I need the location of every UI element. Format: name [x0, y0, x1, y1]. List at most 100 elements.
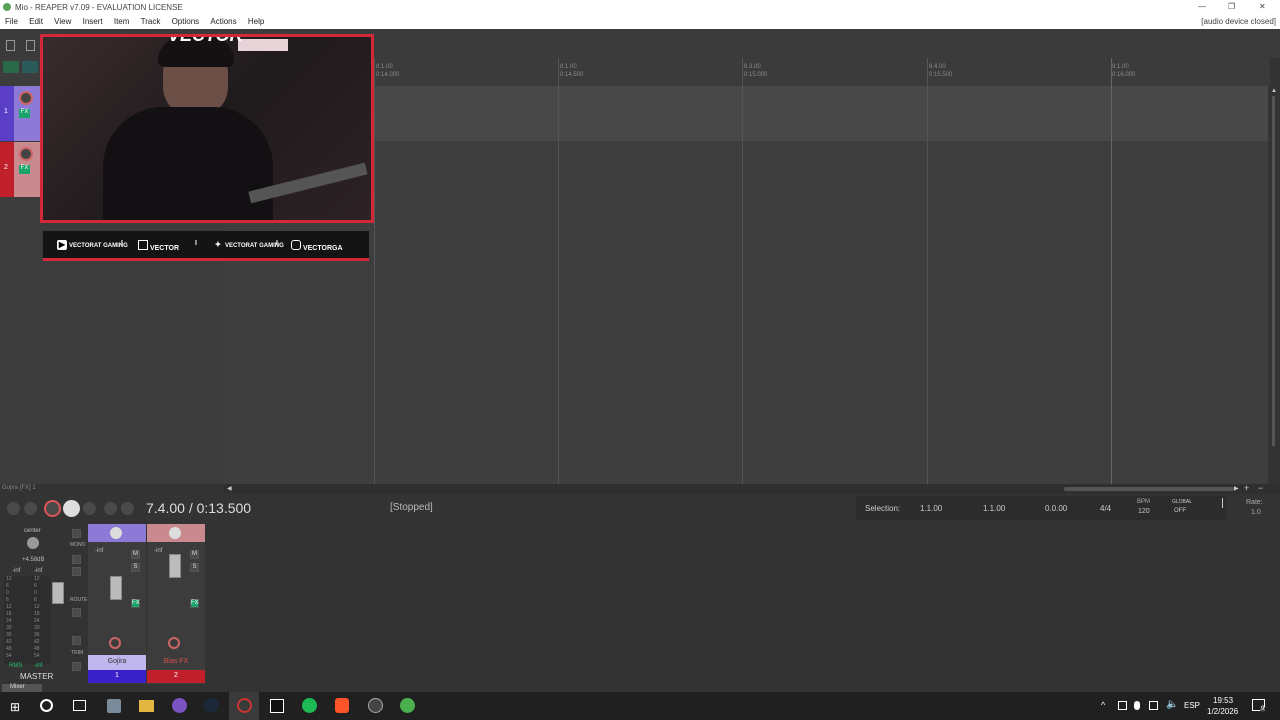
separator: I: [195, 240, 197, 247]
minimize-icon[interactable]: —: [1198, 2, 1206, 11]
track-2-header[interactable]: 2 FX: [0, 142, 40, 197]
maximize-icon[interactable]: ❐: [1228, 2, 1235, 11]
solo-button[interactable]: S: [131, 563, 140, 572]
scroll-thumb[interactable]: [1064, 487, 1234, 491]
menu-actions[interactable]: Actions: [210, 17, 236, 26]
menu-item[interactable]: Item: [114, 17, 130, 26]
scroll-thumb[interactable]: [1272, 96, 1275, 446]
task-view-icon[interactable]: [73, 700, 86, 711]
menu-options[interactable]: Options: [172, 17, 200, 26]
zoom-out-icon[interactable]: −: [1258, 483, 1263, 493]
brave-icon[interactable]: [335, 698, 349, 713]
time-signature[interactable]: 4/4: [1100, 504, 1111, 513]
record-arm-button[interactable]: [168, 637, 180, 649]
pan-knob[interactable]: [110, 527, 122, 539]
menu-view[interactable]: View: [54, 17, 71, 26]
menu-track[interactable]: Track: [141, 17, 161, 26]
master-solo-button[interactable]: [72, 567, 81, 576]
record-arm-button[interactable]: [19, 91, 33, 105]
mute-button[interactable]: M: [190, 550, 199, 559]
pan-knob[interactable]: [169, 527, 181, 539]
volume-fader[interactable]: [110, 576, 122, 600]
selection-end[interactable]: 1.1.00: [983, 504, 1005, 513]
loop-button[interactable]: [83, 502, 96, 515]
ruler-mark: 9.1.00 0:16.000: [1112, 64, 1136, 78]
vertical-scrollbar[interactable]: ▲: [1268, 86, 1280, 484]
record-arm-button[interactable]: [109, 637, 121, 649]
chrome-icon[interactable]: [400, 698, 415, 713]
search-icon[interactable]: [40, 699, 53, 712]
pause-button[interactable]: [121, 502, 134, 515]
solo-button[interactable]: S: [190, 563, 199, 572]
reaper-icon[interactable]: [237, 698, 252, 713]
fx-button[interactable]: FX: [131, 599, 140, 608]
menu-insert[interactable]: Insert: [83, 17, 103, 26]
master-pan-label: center: [24, 528, 41, 534]
scroll-up-icon[interactable]: ▲: [1271, 88, 1277, 94]
fx-button[interactable]: FX: [190, 599, 199, 608]
file-explorer-icon[interactable]: [139, 700, 154, 712]
go-to-start-button[interactable]: [7, 502, 20, 515]
master-mute-button[interactable]: [72, 555, 81, 564]
selection-start[interactable]: 1.1.00: [920, 504, 942, 513]
app-explorer-icon[interactable]: [107, 699, 121, 713]
menu-help[interactable]: Help: [248, 17, 264, 26]
scroll-left-icon[interactable]: ◀: [227, 485, 232, 492]
network-icon[interactable]: [1149, 701, 1158, 710]
meter-scale-tick: 12: [6, 576, 12, 582]
strip-2-name: Bias FX: [163, 658, 189, 665]
selection-length[interactable]: 0.0.00: [1045, 504, 1067, 513]
language-indicator[interactable]: ESP: [1184, 701, 1200, 710]
start-icon[interactable]: ⊞: [10, 700, 20, 714]
new-project-icon[interactable]: [6, 40, 15, 51]
scroll-right-icon[interactable]: ▶: [1234, 485, 1239, 492]
master-fader[interactable]: [52, 582, 64, 604]
volume-fader[interactable]: [169, 554, 181, 578]
record-button[interactable]: [44, 500, 61, 517]
volume-icon[interactable]: 🔈: [1166, 699, 1178, 710]
mute-button[interactable]: M: [131, 550, 140, 559]
horizontal-scrollbar[interactable]: ◀ ▶ + −: [224, 483, 1280, 494]
tray-overflow-icon[interactable]: ^: [1101, 700, 1105, 710]
obs-icon[interactable]: [368, 698, 383, 713]
menu-file[interactable]: File: [5, 17, 18, 26]
menu-bar: File Edit View Insert Item Track Options…: [0, 15, 1280, 29]
microphone-icon[interactable]: [1134, 701, 1140, 710]
strip-2-name-plate[interactable]: Bias FX: [147, 655, 205, 670]
clock-time[interactable]: 19:53: [1213, 696, 1233, 705]
clock-date[interactable]: 1/2/2026: [1207, 707, 1238, 716]
master-trim-button[interactable]: [72, 636, 81, 645]
track-1-lane[interactable]: [374, 86, 1268, 141]
mixer-tab[interactable]: Mixer: [2, 684, 42, 692]
master-pan-knob[interactable]: [27, 537, 39, 549]
stop-button[interactable]: [104, 502, 117, 515]
rate-value[interactable]: 1.0: [1251, 509, 1261, 516]
master-fx-button[interactable]: [72, 608, 81, 617]
master-info-button[interactable]: [72, 662, 81, 671]
play-button[interactable]: [63, 500, 80, 517]
grid-toggle-icon[interactable]: [3, 61, 19, 73]
record-arm-button[interactable]: [19, 147, 33, 161]
tray-app-icon[interactable]: [1118, 701, 1127, 710]
close-icon[interactable]: ✕: [1259, 2, 1266, 11]
menu-edit[interactable]: Edit: [29, 17, 43, 26]
timeline-ruler[interactable]: 8.1.00 0:14.000 8.1.00 0:14.500 8.3.00 0:15…: [374, 58, 1270, 86]
playrate-slider[interactable]: [1222, 498, 1223, 508]
bpm-value[interactable]: 120: [1138, 508, 1150, 515]
fx-button[interactable]: FX: [19, 109, 30, 118]
spotify-icon[interactable]: [302, 698, 317, 713]
strip-1-name-plate[interactable]: Gojira: [88, 655, 146, 670]
master-label: MASTER: [20, 672, 54, 681]
link-toggle-icon[interactable]: [22, 61, 38, 73]
track-1-header[interactable]: 1 FX: [0, 86, 40, 141]
master-mono-button[interactable]: [72, 529, 81, 538]
fx-button[interactable]: FX: [19, 165, 30, 174]
global-state[interactable]: OFF: [1174, 508, 1186, 514]
open-project-icon[interactable]: [26, 40, 35, 51]
track-2-number: 2: [4, 164, 8, 171]
rewind-button[interactable]: [24, 502, 37, 515]
app-icon[interactable]: [270, 699, 284, 713]
zoom-in-icon[interactable]: +: [1244, 483, 1249, 493]
browser-icon[interactable]: [172, 698, 187, 713]
steam-icon[interactable]: [204, 698, 219, 713]
